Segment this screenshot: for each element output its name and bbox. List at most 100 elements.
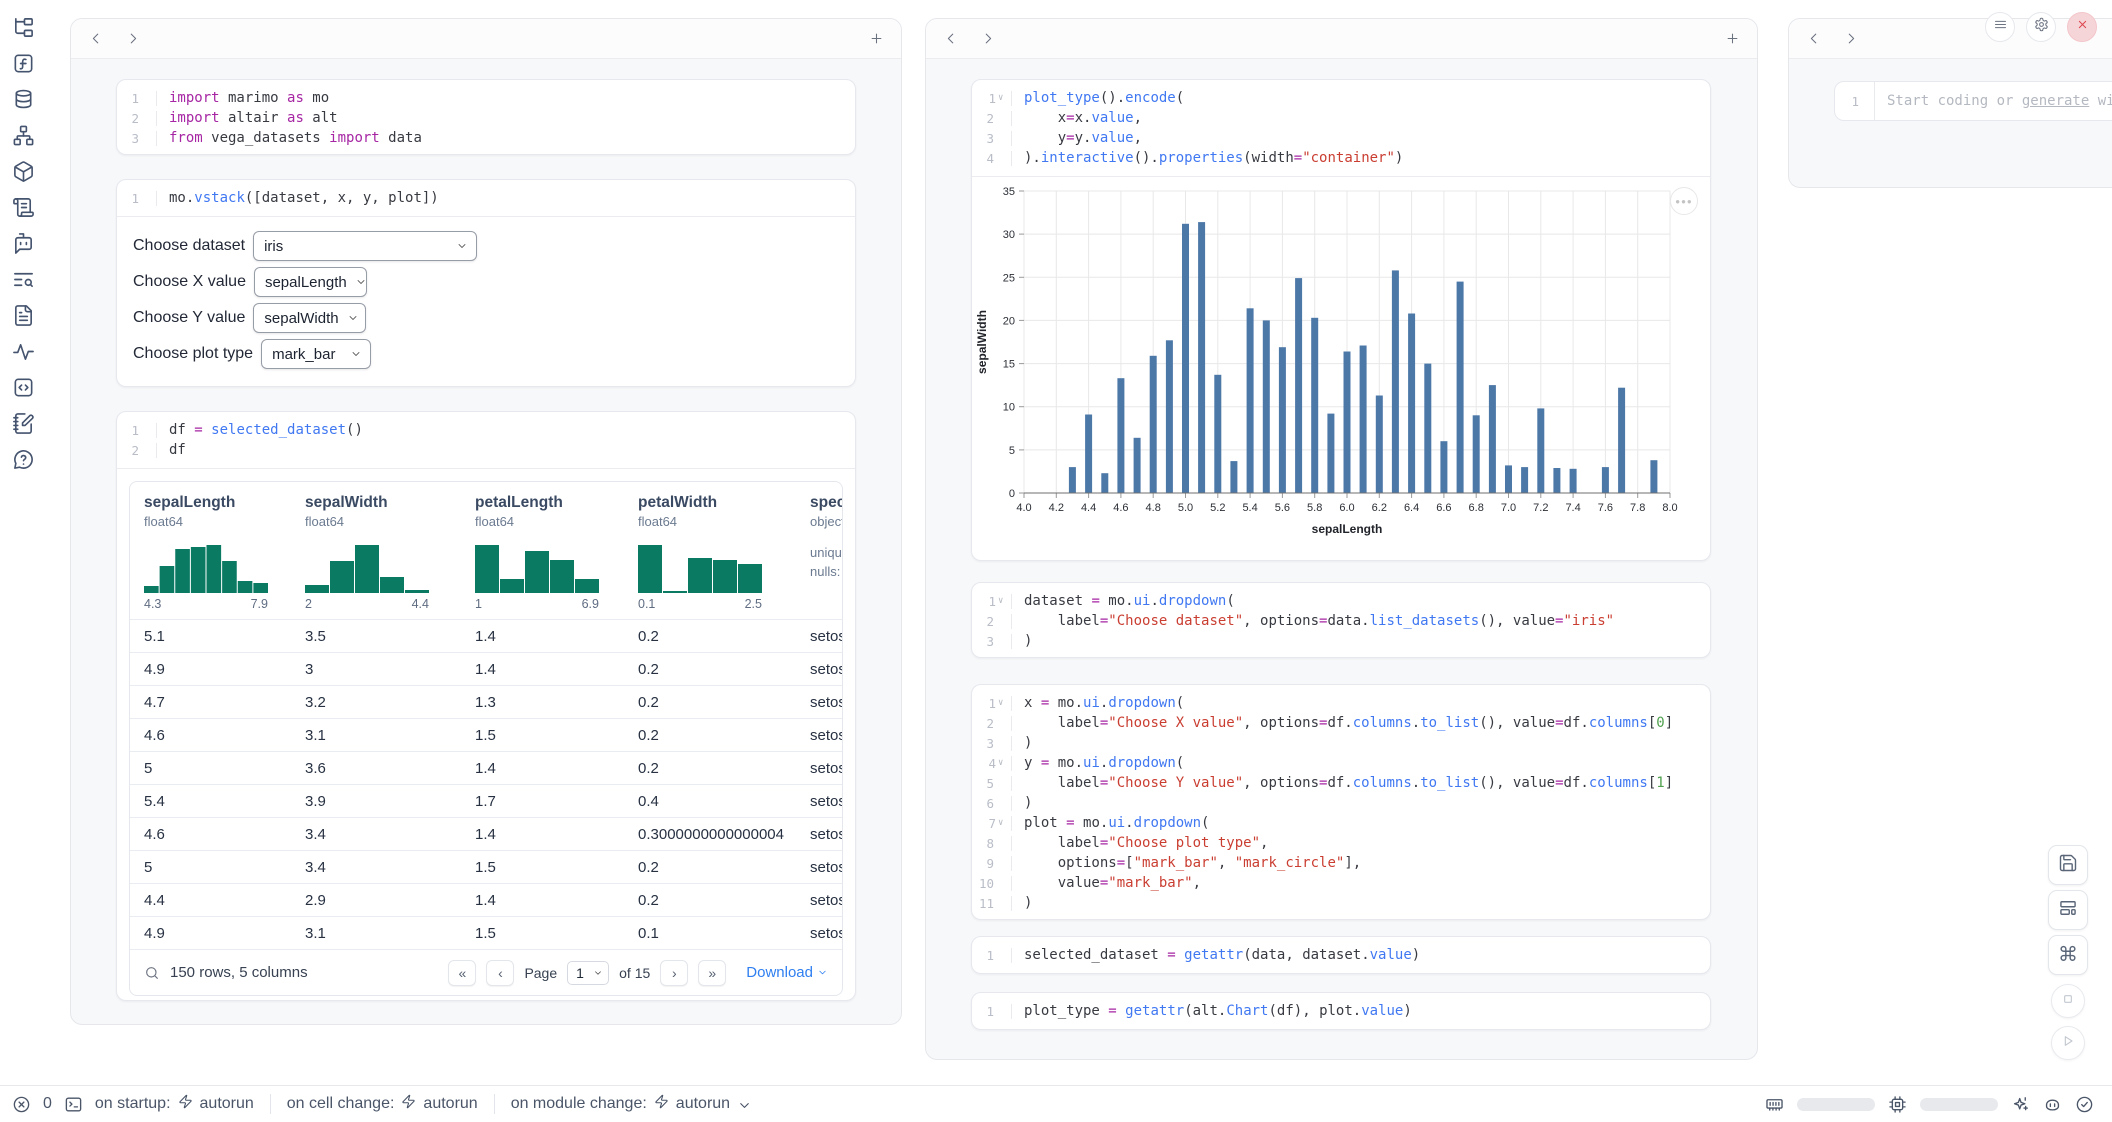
add-column-icon[interactable] — [1721, 28, 1743, 50]
on-startup-config[interactable]: on startup: autorun — [95, 1094, 254, 1114]
generate-with-ai-link[interactable]: generate — [2022, 93, 2089, 109]
table-cell: setosa — [796, 719, 842, 751]
table-cell: 1.5 — [461, 719, 624, 751]
fold-caret-icon[interactable]: ∨ — [998, 758, 1006, 768]
package-icon[interactable] — [12, 160, 35, 183]
ai-sparkles-button[interactable] — [2011, 1095, 2030, 1114]
errors-badge[interactable] — [12, 1095, 31, 1114]
dropdown-select[interactable]: sepalWidth — [253, 303, 366, 333]
table-footer: 150 rows, 5 columns«‹Page1of 15›»Downloa… — [130, 949, 842, 995]
code-line: 7∨plot = mo.ui.dropdown( — [972, 813, 1710, 833]
table-column-header[interactable]: petalLengthfloat6416.9 — [461, 482, 624, 619]
code-editor[interactable]: 1mo.vstack([dataset, x, y, plot]) — [117, 180, 855, 217]
snippets-icon[interactable] — [12, 376, 35, 399]
page-select[interactable]: 1 — [567, 961, 609, 985]
layout-button[interactable] — [2048, 890, 2088, 930]
svg-text:4.0: 4.0 — [1016, 502, 1031, 514]
code-line: 1plot_type = getattr(alt.Chart(df), plot… — [972, 1001, 1710, 1021]
svg-text:6.0: 6.0 — [1339, 502, 1354, 514]
document-icon[interactable] — [12, 304, 35, 327]
chevron-left-icon[interactable] — [85, 28, 107, 50]
code-editor[interactable]: 1∨dataset = mo.ui.dropdown(2 label="Choo… — [972, 583, 1710, 658]
dropdown-select[interactable]: mark_bar — [261, 339, 371, 369]
table-row: 5.43.91.70.4setosa — [130, 784, 842, 817]
code-editor[interactable]: 1∨x = mo.ui.dropdown(2 label="Choose X v… — [972, 685, 1710, 920]
text-search-icon[interactable] — [12, 268, 35, 291]
fold-caret-icon[interactable]: ∨ — [998, 698, 1006, 708]
last-page-button[interactable]: » — [698, 960, 726, 986]
fold-caret-icon[interactable]: ∨ — [998, 596, 1006, 606]
chatbot-icon[interactable] — [12, 232, 35, 255]
help-icon[interactable] — [12, 448, 35, 471]
notebook-column-3: 1 Start coding or generate with AI — [1788, 18, 2112, 188]
notebook-column-2: 1∨plot_type().encode(2 x=x.value,3 y=y.v… — [925, 18, 1758, 1060]
file-tree-icon[interactable] — [12, 16, 35, 39]
add-column-icon[interactable] — [865, 28, 887, 50]
table-cell: 5.4 — [130, 785, 291, 817]
fold-caret-icon[interactable]: ∨ — [998, 818, 1006, 828]
table-cell: 0.2 — [624, 719, 796, 751]
search-icon[interactable] — [144, 965, 160, 981]
settings-button[interactable] — [2026, 12, 2056, 42]
chevron-left-icon[interactable] — [1803, 28, 1825, 50]
prev-page-button[interactable]: ‹ — [486, 960, 514, 986]
code-line: 3) — [972, 733, 1710, 753]
on-module-change-config[interactable]: on module change: autorun — [511, 1094, 750, 1114]
code-line: 10 value="mark_bar", — [972, 873, 1710, 893]
code-editor[interactable]: 1df = selected_dataset()2df — [117, 412, 855, 469]
code-editor[interactable]: 1import marimo as mo2import altair as al… — [117, 80, 855, 155]
table-cell: 3.6 — [291, 752, 461, 784]
first-page-button[interactable]: « — [448, 960, 476, 986]
bar-chart: 4.04.24.44.64.85.05.25.45.65.86.06.26.46… — [972, 177, 1710, 561]
chevron-right-icon[interactable] — [1839, 28, 1861, 50]
table-cell: 1.4 — [461, 818, 624, 850]
code-line: 1selected_dataset = getattr(data, datase… — [972, 945, 1710, 965]
stop-button[interactable] — [2051, 984, 2085, 1018]
chevron-right-icon[interactable] — [121, 28, 143, 50]
chevron-left-icon[interactable] — [940, 28, 962, 50]
menu-button[interactable] — [1985, 12, 2015, 42]
code-editor[interactable]: 1plot_type = getattr(alt.Chart(df), plot… — [972, 993, 1710, 1029]
activity-icon[interactable] — [12, 340, 35, 363]
on-cell-change-config[interactable]: on cell change: autorun — [287, 1094, 478, 1114]
dropdown-row: Choose plot typemark_bar — [133, 339, 839, 369]
functions-icon[interactable] — [12, 52, 35, 75]
shortcuts-button[interactable]: ⌘ — [2048, 935, 2088, 975]
next-page-button[interactable]: › — [660, 960, 688, 986]
dependency-graph-icon[interactable] — [12, 124, 35, 147]
column-histogram — [305, 539, 429, 593]
logs-icon[interactable] — [12, 196, 35, 219]
table-cell: 0.2 — [624, 653, 796, 685]
dropdown-select[interactable]: iris — [253, 231, 477, 261]
connection-status-icon[interactable] — [2075, 1095, 2094, 1114]
copilot-button[interactable] — [2043, 1095, 2062, 1114]
run-button[interactable] — [2051, 1026, 2085, 1060]
terminal-button[interactable] — [64, 1095, 83, 1114]
chevron-down-icon — [448, 240, 468, 252]
svg-text:0: 0 — [1009, 488, 1015, 500]
table-column-header[interactable]: speciesobjectuniquenulls: — [796, 482, 842, 619]
code-editor[interactable]: 1∨plot_type().encode(2 x=x.value,3 y=y.v… — [972, 80, 1710, 177]
chevron-right-icon[interactable] — [976, 28, 998, 50]
dropdown-select[interactable]: sepalLength — [254, 267, 367, 297]
save-button[interactable] — [2048, 845, 2088, 885]
svg-text:7.6: 7.6 — [1598, 502, 1613, 514]
new-cell-editor[interactable]: 1 Start coding or generate with AI — [1834, 81, 2112, 121]
fold-caret-icon[interactable]: ∨ — [998, 93, 1006, 103]
table-cell: setosa — [796, 851, 842, 883]
database-icon[interactable] — [12, 88, 35, 111]
shutdown-button[interactable] — [2067, 12, 2097, 42]
close-icon — [2075, 17, 2090, 37]
table-column-header[interactable]: sepalWidthfloat6424.4 — [291, 482, 461, 619]
code-editor[interactable]: 1selected_dataset = getattr(data, datase… — [972, 937, 1710, 973]
download-button[interactable]: Download — [746, 964, 828, 981]
table-row: 53.61.40.2setosa — [130, 751, 842, 784]
table-row: 4.42.91.40.2setosa — [130, 883, 842, 916]
scratchpad-icon[interactable] — [12, 412, 35, 435]
table-cell: 1.3 — [461, 686, 624, 718]
chart-actions-button[interactable]: ●●● — [1670, 187, 1698, 215]
table-column-header[interactable]: petalWidthfloat640.12.5 — [624, 482, 796, 619]
error-count: 0 — [43, 1095, 52, 1113]
table-column-header[interactable]: sepalLengthfloat644.37.9 — [130, 482, 291, 619]
svg-text:5.6: 5.6 — [1275, 502, 1290, 514]
